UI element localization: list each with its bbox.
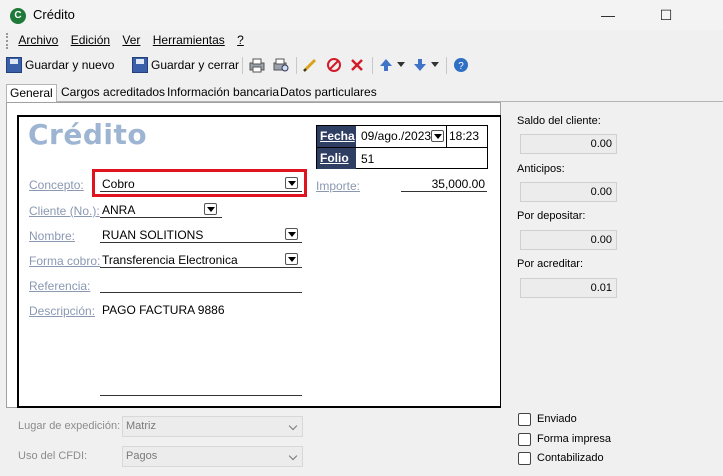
uso-cfdi-select[interactable]: Pagos (122, 446, 303, 467)
toolbar-separator (296, 57, 297, 74)
menu-herramientas[interactable]: Herramientas (153, 33, 225, 47)
forma-cobro-label: Forma cobro: (29, 254, 101, 268)
cliente-select[interactable]: ANRA (100, 200, 222, 218)
uso-cfdi-value: Pagos (126, 450, 158, 462)
help-icon[interactable]: ? (453, 57, 469, 73)
tab-informacion-bancaria[interactable]: Información bancaria (164, 84, 282, 102)
cancel-icon[interactable] (326, 57, 342, 73)
tab-cargos-acreditados[interactable]: Cargos acreditados (58, 84, 168, 102)
fecha-label: Fecha (317, 126, 356, 147)
concepto-select[interactable]: Cobro (100, 174, 302, 192)
menu-edicion[interactable]: Edición (71, 33, 110, 47)
save-icon (132, 56, 148, 73)
save-icon (6, 56, 22, 73)
concepto-label: Concepto: (29, 178, 84, 192)
chevron-down-icon[interactable] (397, 62, 405, 68)
app-icon: C (10, 8, 26, 24)
enviado-label: Enviado (537, 413, 577, 425)
fecha-folio-box: Fecha Folio 09/ago./2023 18:23 51 (316, 125, 488, 169)
forma-cobro-dropdown[interactable] (285, 253, 298, 265)
chevron-down-icon (288, 421, 298, 431)
delete-icon[interactable] (349, 57, 365, 73)
fecha-value[interactable]: 09/ago./2023 (361, 129, 431, 143)
descripcion-field[interactable]: PAGO FACTURA 9886 (100, 300, 302, 396)
nombre-select[interactable]: RUAN SOLITIONS (100, 225, 302, 243)
folio-label: Folio (317, 148, 356, 169)
toolbar-separator (372, 57, 373, 74)
cliente-value: ANRA (102, 203, 136, 217)
menu-ver[interactable]: Ver (122, 33, 140, 47)
save-new-label: Guardar y nuevo (25, 58, 115, 72)
nombre-dropdown[interactable] (285, 228, 298, 240)
hora-value[interactable]: 18:23 (449, 129, 479, 143)
por-depositar-value: 0.00 (520, 230, 617, 250)
save-close-label: Guardar y cerrar (151, 58, 240, 72)
arrow-up-icon[interactable] (378, 57, 394, 73)
cliente-dropdown[interactable] (204, 203, 217, 215)
divider (446, 126, 447, 147)
tab-bar: General Cargos acreditados Información b… (6, 84, 723, 103)
nombre-value: RUAN SOLITIONS (102, 228, 204, 242)
toolbar-separator (242, 57, 243, 74)
importe-value: 35,000.00 (431, 177, 485, 191)
saldo-label: Saldo del cliente: (517, 115, 601, 127)
descripcion-value: PAGO FACTURA 9886 (102, 303, 225, 317)
chevron-down-icon[interactable] (431, 62, 439, 68)
menu-bar: Archivo Edición Ver Herramientas ? (6, 33, 253, 53)
por-acreditar-value: 0.01 (520, 278, 617, 298)
lugar-expedicion-select[interactable]: Matriz (122, 416, 303, 437)
minimize-button[interactable]: — (585, 0, 631, 30)
toolbar: Guardar y nuevo Guardar y cerrar ? (6, 55, 476, 77)
uso-cfdi-label: Uso del CFDI: (18, 450, 88, 462)
forma-impresa-label: Forma impresa (537, 433, 611, 445)
anticipos-label: Anticipos: (517, 163, 565, 175)
tab-general[interactable]: General (6, 84, 57, 103)
date-picker-dropdown[interactable] (431, 130, 444, 142)
forma-cobro-value: Transferencia Electronica (102, 253, 238, 267)
maximize-button[interactable]: ☐ (643, 0, 689, 30)
anticipos-value: 0.00 (520, 182, 617, 202)
menu-grip (6, 33, 9, 49)
print-preview-icon[interactable] (273, 57, 289, 73)
edit-pencil-icon[interactable] (302, 57, 318, 73)
arrow-down-icon[interactable] (412, 57, 428, 73)
lugar-expedicion-label: Lugar de expedición: (18, 420, 121, 432)
toolbar-separator (446, 57, 447, 74)
concepto-dropdown[interactable] (285, 177, 298, 189)
folio-value[interactable]: 51 (361, 152, 374, 166)
contabilizado-label: Contabilizado (537, 452, 604, 464)
por-acreditar-label: Por acreditar: (517, 258, 584, 270)
save-new-button[interactable]: Guardar y nuevo (6, 55, 114, 75)
document-title: Crédito (28, 118, 148, 151)
descripcion-label: Descripción: (29, 304, 96, 318)
referencia-label: Referencia: (29, 279, 91, 293)
enviado-checkbox[interactable] (518, 413, 531, 426)
window-title: Crédito (33, 7, 75, 22)
menu-ayuda[interactable]: ? (237, 33, 244, 47)
por-depositar-label: Por depositar: (517, 210, 586, 222)
svg-text:?: ? (458, 61, 464, 72)
lugar-expedicion-value: Matriz (126, 420, 156, 432)
menu-archivo[interactable]: Archivo (18, 33, 58, 47)
saldo-value: 0.00 (520, 134, 617, 154)
divider (317, 147, 487, 148)
forma-cobro-select[interactable]: Transferencia Electronica (100, 250, 302, 268)
tab-datos-particulares[interactable]: Datos particulares (277, 84, 380, 102)
concepto-value: Cobro (102, 177, 135, 191)
contabilizado-checkbox[interactable] (518, 452, 531, 465)
referencia-field[interactable] (100, 276, 302, 293)
importe-label: Importe: (316, 179, 361, 193)
print-icon[interactable] (249, 57, 265, 73)
save-close-button[interactable]: Guardar y cerrar (132, 55, 239, 75)
forma-impresa-checkbox[interactable] (518, 433, 531, 446)
nombre-label: Nombre: (29, 229, 76, 243)
chevron-down-icon (288, 451, 298, 461)
cliente-label: Cliente (No.): (29, 204, 100, 218)
importe-field[interactable]: 35,000.00 (401, 175, 487, 192)
